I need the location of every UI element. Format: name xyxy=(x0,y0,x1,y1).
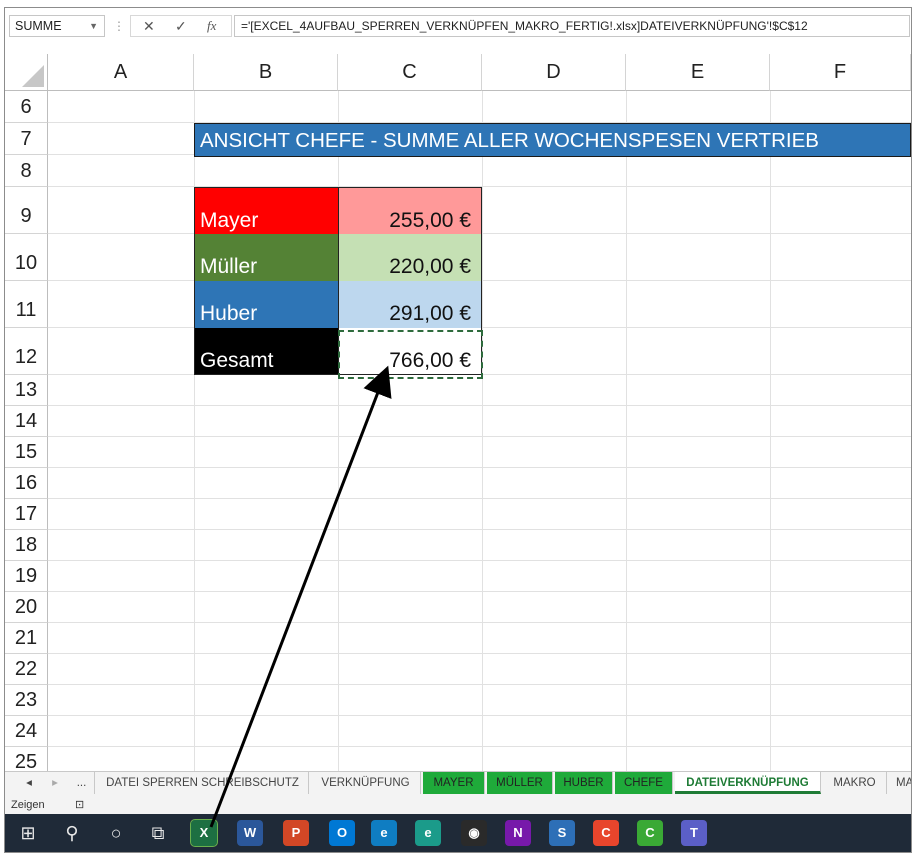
formula-buttons: ✕ ✓ fx xyxy=(130,15,232,37)
column-header-a[interactable]: A xyxy=(48,54,194,91)
table-name-cell[interactable]: Gesamt xyxy=(194,328,338,375)
table-name-cell[interactable]: Mayer xyxy=(194,187,338,234)
task-view-icon[interactable]: ⧉ xyxy=(145,820,171,846)
row-header[interactable]: 24 xyxy=(5,716,48,747)
table-name-cell[interactable]: Huber xyxy=(194,281,338,328)
sheet-tab[interactable]: MAKRO xyxy=(823,772,887,794)
macro-record-icon[interactable]: ⊡ xyxy=(75,796,84,814)
sheet-tab[interactable]: DATEI SPERREN SCHREIBSCHUTZ xyxy=(97,772,309,794)
name-box-value: SUMME xyxy=(15,19,62,33)
row-header[interactable]: 6 xyxy=(5,91,48,123)
chevron-down-icon[interactable]: ▼ xyxy=(89,16,98,36)
title-cell[interactable]: ANSICHT CHEFE - SUMME ALLER WOCHENSPESEN… xyxy=(194,123,911,157)
sheet-tab[interactable]: MAK xyxy=(889,772,911,794)
camtasia-icon[interactable]: C xyxy=(593,820,619,846)
formula-input[interactable]: ='[EXCEL_4AUFBAU_SPERREN_VERKNÜPFEN_MAKR… xyxy=(234,15,910,37)
row-header[interactable]: 10 xyxy=(5,234,48,281)
status-bar: Zeigen ⊡ xyxy=(5,796,911,814)
windows-start-icon[interactable]: ⊞ xyxy=(15,820,41,846)
column-header-f[interactable]: F xyxy=(770,54,911,91)
row-header[interactable]: 15 xyxy=(5,437,48,468)
row-header[interactable]: 12 xyxy=(5,328,48,375)
row-header[interactable]: 16 xyxy=(5,468,48,499)
sheet-tab[interactable]: VERKNÜPFUNG xyxy=(311,772,421,794)
row-header[interactable]: 14 xyxy=(5,406,48,437)
row-header[interactable]: 11 xyxy=(5,281,48,328)
more-sheets-button[interactable]: ... xyxy=(69,772,95,794)
insert-function-icon[interactable]: fx xyxy=(207,16,216,36)
column-header-d[interactable]: D xyxy=(482,54,626,91)
sheet-tab-bar: ◂ ▸ ... DATEI SPERREN SCHREIBSCHUTZ VERKN… xyxy=(5,771,911,796)
row-header[interactable]: 13 xyxy=(5,375,48,406)
teams-icon[interactable]: T xyxy=(681,820,707,846)
column-header-c[interactable]: C xyxy=(338,54,482,91)
table-value-cell[interactable]: 291,00 € xyxy=(338,281,482,328)
formula-bar: SUMME ▼ ⋮ ✕ ✓ fx ='[EXCEL_4AUFBAU_SPERRE… xyxy=(5,8,911,44)
powerpoint-icon[interactable]: P xyxy=(283,820,309,846)
sheet-tab[interactable]: DATEIVERKNÜPFUNG xyxy=(675,772,821,794)
row-header[interactable]: 7 xyxy=(5,123,48,155)
row-header[interactable]: 9 xyxy=(5,187,48,234)
obs-icon[interactable]: ◉ xyxy=(461,820,487,846)
scroll-right-icon[interactable]: ▸ xyxy=(45,772,65,794)
sheet-tab[interactable]: CHEFE xyxy=(615,772,673,794)
sheet-tab[interactable]: HUBER xyxy=(555,772,613,794)
row-header[interactable]: 21 xyxy=(5,623,48,654)
column-header-e[interactable]: E xyxy=(626,54,770,91)
row-header[interactable]: 22 xyxy=(5,654,48,685)
more-options-icon[interactable]: ⋮ xyxy=(113,15,125,37)
edge-beta-icon[interactable]: e xyxy=(415,820,441,846)
windows-taskbar: ⊞ ⚲ ○ ⧉ X W P Oe e ◉ N S C C T xyxy=(5,814,911,852)
status-mode: Zeigen xyxy=(11,799,45,811)
table-value-cell[interactable]: 220,00 € xyxy=(338,234,482,281)
excel-icon[interactable]: X xyxy=(190,819,218,847)
outlook-icon[interactable]: O xyxy=(329,820,355,846)
onenote-icon[interactable]: N xyxy=(505,820,531,846)
row-header[interactable]: 17 xyxy=(5,499,48,530)
scroll-left-icon[interactable]: ◂ xyxy=(19,772,39,794)
row-header[interactable]: 18 xyxy=(5,530,48,561)
selection-marquee xyxy=(338,330,483,379)
camtasia-green-icon[interactable]: C xyxy=(637,820,663,846)
table-name-cell[interactable]: Müller xyxy=(194,234,338,281)
table-value-cell[interactable]: 255,00 € xyxy=(338,187,482,234)
cortana-icon[interactable]: ○ xyxy=(103,820,129,846)
row-header[interactable]: 23 xyxy=(5,685,48,716)
excel-window: SUMME ▼ ⋮ ✕ ✓ fx ='[EXCEL_4AUFBAU_SPERRE… xyxy=(4,7,912,853)
sheet-tab[interactable]: MÜLLER xyxy=(487,772,553,794)
column-header-b[interactable]: B xyxy=(194,54,338,91)
name-box[interactable]: SUMME ▼ xyxy=(9,15,105,37)
select-all-button[interactable] xyxy=(5,54,48,91)
row-header[interactable]: 8 xyxy=(5,155,48,187)
edge-icon[interactable]: e xyxy=(371,820,397,846)
word-icon[interactable]: W xyxy=(237,820,263,846)
row-header[interactable]: 19 xyxy=(5,561,48,592)
search-icon[interactable]: ⚲ xyxy=(59,820,85,846)
enter-icon[interactable]: ✓ xyxy=(175,16,187,36)
row-header[interactable]: 20 xyxy=(5,592,48,623)
snagit-icon[interactable]: S xyxy=(549,820,575,846)
sheet-tab[interactable]: MAYER xyxy=(423,772,485,794)
cancel-icon[interactable]: ✕ xyxy=(143,16,155,36)
